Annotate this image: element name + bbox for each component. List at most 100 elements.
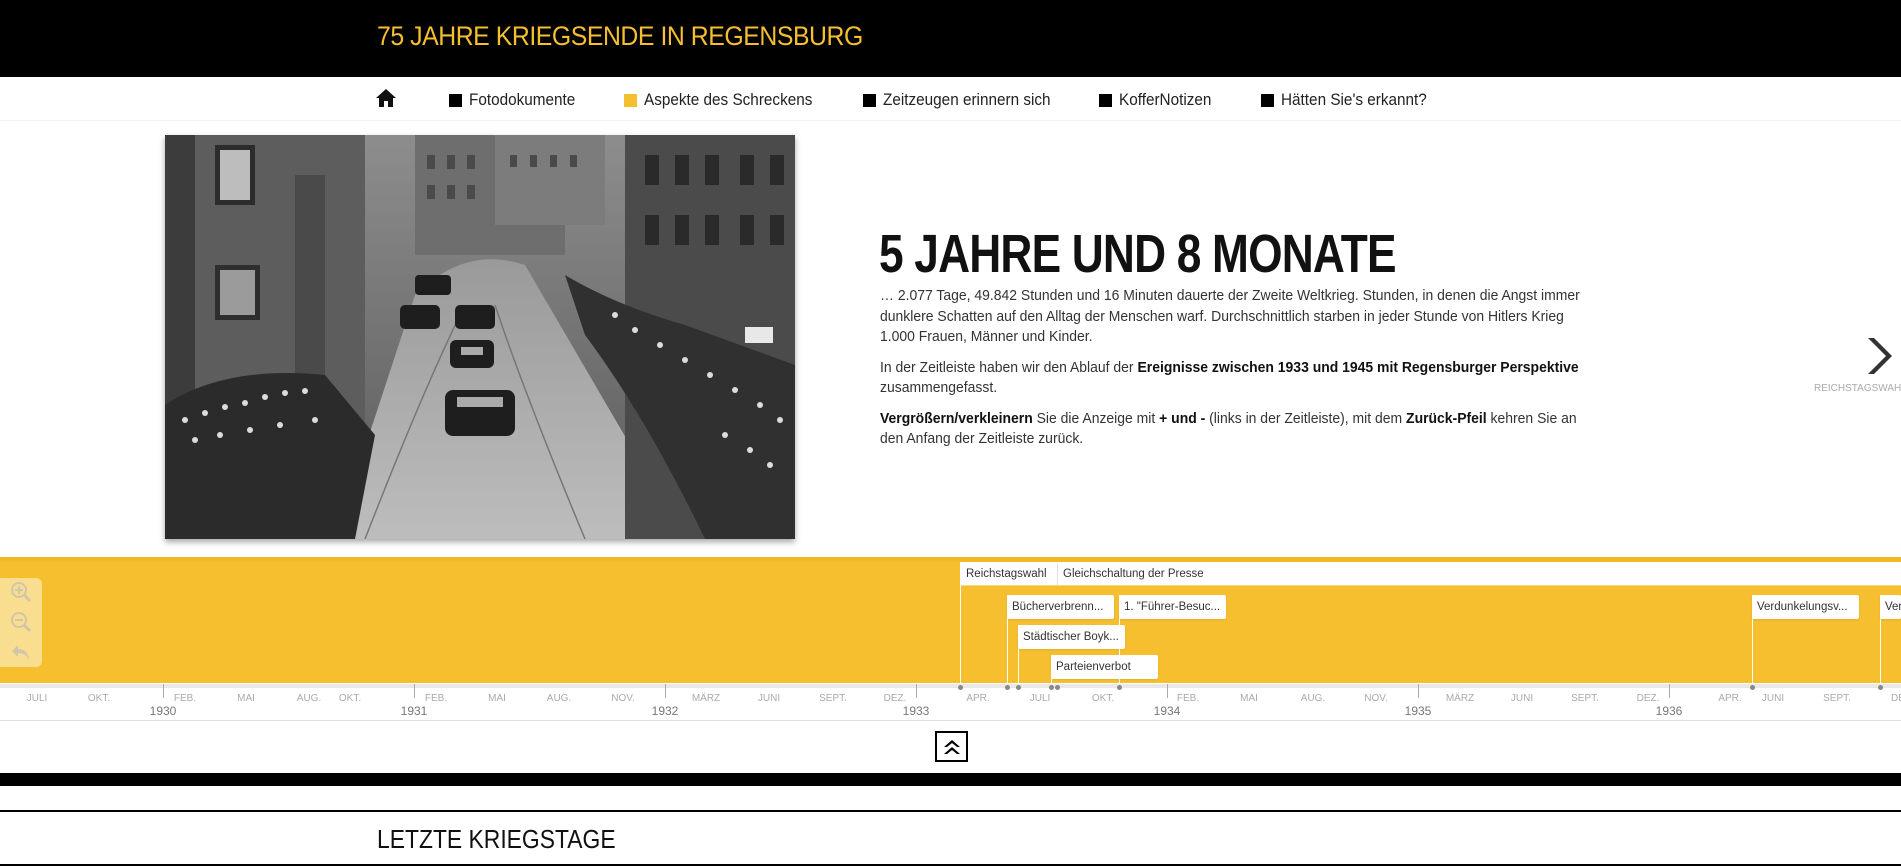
- timeline-event-marker[interactable]: [1750, 685, 1755, 690]
- site-header: [0, 0, 1901, 77]
- timeline-event-marker[interactable]: [1055, 685, 1060, 690]
- timeline-tick-label: JULI: [1029, 693, 1051, 704]
- nav-item-fotodokumente[interactable]: Fotodokumente: [449, 89, 587, 111]
- nav-item-koffernotizen[interactable]: KofferNotizen: [1099, 89, 1222, 111]
- event-line: [960, 562, 961, 685]
- timeline-tick-label: DEZ.: [883, 693, 907, 704]
- timeline-event-marker[interactable]: [1117, 685, 1122, 690]
- back-to-start-icon[interactable]: [9, 640, 33, 664]
- site-title[interactable]: 75 JAHRE KRIEGSENDE IN REGENSBURG: [377, 21, 863, 52]
- nav-item-label: Fotodokumente: [469, 90, 576, 109]
- text-span: In der Zeitleiste haben wir den Ablauf d…: [880, 358, 1138, 376]
- nav-item-label: Zeitzeugen erinnern sich: [883, 90, 1051, 109]
- timeline-axis-rule: [0, 684, 1901, 688]
- zoom-out-icon[interactable]: [9, 610, 33, 634]
- timeline-tick-label: MAI: [1240, 693, 1258, 704]
- timeline-tick-label: SEPT.: [819, 693, 847, 704]
- timeline-year-tick: [1669, 684, 1670, 698]
- event-gleichschaltung[interactable]: Gleichschaltung der Presse: [1058, 563, 1901, 585]
- timeline-tick-label: DE: [1891, 693, 1901, 704]
- text-span: Sie die Anzeige mit: [1032, 409, 1160, 427]
- timeline-year-tick: [163, 684, 164, 698]
- timeline-year-tick: [1167, 684, 1168, 698]
- section-title: LETZTE KRIEGSTAGE: [377, 824, 616, 854]
- nav-square-icon: [863, 93, 876, 107]
- timeline-axis: [0, 683, 1901, 721]
- timeline-event-marker[interactable]: [1878, 685, 1883, 690]
- timeline-year-label: 1932: [651, 704, 679, 718]
- timeline-event-marker[interactable]: [1049, 685, 1054, 690]
- timeline-tick-label: FEB.: [1176, 693, 1200, 704]
- timeline-tick-label: JUNI: [1510, 693, 1534, 704]
- bold-span: Vergrößern/verkleinern: [880, 409, 1033, 427]
- nav-item-aspekte[interactable]: Aspekte des Schreckens: [624, 89, 831, 111]
- timeline-tick-label: JUNI: [757, 693, 781, 704]
- event-fuehrer-besuch[interactable]: 1. "Führer-Besuc...: [1119, 595, 1226, 619]
- timeline-event-marker[interactable]: [958, 685, 963, 690]
- bold-span: + und -: [1159, 409, 1206, 427]
- timeline-tick-label: OKT.: [1091, 693, 1115, 704]
- timeline-tick-label: JUNI: [1761, 693, 1785, 704]
- nav-item-label: KofferNotizen: [1119, 90, 1212, 109]
- event-reichstagswahl[interactable]: Reichstagswahl: [961, 563, 1057, 585]
- next-slide-label[interactable]: REICHSTAGSWAHL: [1814, 383, 1901, 394]
- nav-square-icon: [449, 93, 462, 107]
- timeline-year-label: 1933: [902, 704, 930, 718]
- hero-paragraph-2: In der Zeitleiste haben wir den Ablauf d…: [880, 358, 1596, 399]
- timeline-event-marker[interactable]: [1016, 685, 1021, 690]
- timeline-tick-label: MÄRZ: [1445, 693, 1475, 704]
- collapse-timeline-button[interactable]: [935, 731, 968, 762]
- zoom-in-icon[interactable]: [9, 580, 33, 604]
- timeline-tick-label: APR.: [966, 693, 990, 704]
- timeline-tick-label: AUG.: [546, 693, 572, 704]
- timeline-tick-label: MAI: [488, 693, 506, 704]
- event-buecherverbrennung[interactable]: Bücherverbrenn...: [1007, 595, 1114, 619]
- timeline-tick-label: NOV.: [611, 693, 635, 704]
- event-verdunkelung[interactable]: Verdunkelungsv...: [1752, 595, 1859, 619]
- nav-item-quiz[interactable]: Hätten Sie's erkannt?: [1261, 89, 1443, 111]
- timeline-year-label: 1931: [400, 704, 428, 718]
- nav-square-icon: [1261, 93, 1274, 107]
- timeline-tick-label: OKT.: [338, 693, 362, 704]
- timeline-year-tick: [916, 684, 917, 698]
- timeline-tick-label: SEPT.: [1571, 693, 1599, 704]
- nav-item-label: Aspekte des Schreckens: [644, 90, 813, 109]
- nav-item-label: Hätten Sie's erkannt?: [1281, 90, 1427, 109]
- timeline-year-label: 1934: [1153, 704, 1181, 718]
- double-chevron-up-icon: [943, 739, 960, 754]
- timeline-tick-label: JULI: [26, 693, 48, 704]
- timeline-event-marker[interactable]: [1005, 685, 1010, 690]
- section-divider: [0, 773, 1901, 786]
- timeline-tick-label: APR.: [1718, 693, 1742, 704]
- nav-square-icon: [1099, 93, 1112, 107]
- home-icon[interactable]: [375, 88, 397, 108]
- nav-square-icon: [624, 93, 637, 107]
- hero-paragraph-1: … 2.077 Tage, 49.842 Stunden und 16 Minu…: [880, 287, 1580, 345]
- bold-span: Ereignisse zwischen 1933 und 1945 mit Re…: [1137, 358, 1579, 376]
- hero-paragraph-3: Vergrößern/verkleinern Sie die Anzeige m…: [880, 409, 1596, 450]
- hero-photo: [165, 135, 795, 539]
- event-boykott[interactable]: Städtischer Boyk...: [1018, 625, 1125, 649]
- timeline-year-label: 1935: [1404, 704, 1432, 718]
- nav-item-zeitzeugen[interactable]: Zeitzeugen erinnern sich: [863, 89, 1069, 111]
- text-span: zusammengefasst.: [880, 379, 998, 396]
- hero-headline: 5 JAHRE UND 8 MONATE: [879, 224, 1396, 284]
- main-nav: Fotodokumente Aspekte des Schreckens Zei…: [0, 77, 1901, 121]
- text-span: (links in der Zeitleiste), mit dem: [1205, 409, 1407, 427]
- timeline-tick-label: SEPT.: [1823, 693, 1851, 704]
- event-ver[interactable]: Ver: [1880, 595, 1901, 619]
- hero-text: … 2.077 Tage, 49.842 Stunden und 16 Minu…: [880, 286, 1600, 460]
- timeline-year-label: 1936: [1655, 704, 1683, 718]
- timeline-tick-label: NOV.: [1364, 693, 1388, 704]
- timeline-tick-label: OKT.: [87, 693, 111, 704]
- timeline-year-tick: [665, 684, 666, 698]
- timeline-tick-label: FEB.: [424, 693, 448, 704]
- timeline-year-label: 1930: [149, 704, 177, 718]
- timeline-tick-label: AUG.: [296, 693, 322, 704]
- event-parteienverbot[interactable]: Parteienverbot: [1051, 655, 1158, 679]
- timeline-year-tick: [414, 684, 415, 698]
- section-header: [0, 810, 1901, 866]
- chevron-right-icon[interactable]: [1864, 336, 1892, 376]
- timeline-tick-label: MAI: [237, 693, 255, 704]
- bold-span: Zurück-Pfeil: [1406, 409, 1487, 427]
